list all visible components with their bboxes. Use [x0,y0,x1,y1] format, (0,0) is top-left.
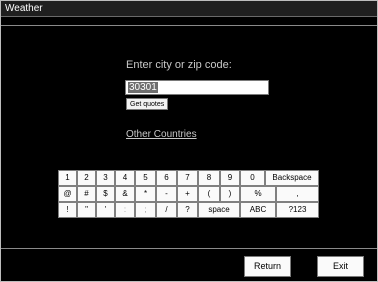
keyboard-row-3: ! " ' : ; / ? space ABC ?123 [58,202,339,218]
key-comma[interactable]: , [276,186,319,202]
key-single-quote[interactable]: ' [96,202,115,218]
app-window: Weather Enter city or zip code: 30301 Ge… [0,0,378,282]
keyboard-row-2: @ # $ & * - + ( ) % , [58,186,339,202]
key-4[interactable]: 4 [115,170,135,186]
key-minus[interactable]: - [156,186,177,202]
key-space[interactable]: space [198,202,240,218]
key-1[interactable]: 1 [58,170,77,186]
key-123[interactable]: ?123 [276,202,319,218]
zip-input-value: 30301 [128,82,158,93]
key-percent[interactable]: % [240,186,276,202]
keyboard-row-1: 1 2 3 4 5 6 7 8 9 0 Backspace [58,170,339,186]
key-close-paren[interactable]: ) [220,186,240,202]
key-colon[interactable]: : [115,202,135,218]
key-ampersand[interactable]: & [115,186,135,202]
key-question[interactable]: ? [177,202,198,218]
key-plus[interactable]: + [177,186,198,202]
key-abc[interactable]: ABC [240,202,276,218]
divider-top [1,25,377,26]
other-countries-link[interactable]: Other Countries [126,129,197,140]
key-semicolon[interactable]: ; [135,202,156,218]
return-button[interactable]: Return [244,256,291,277]
key-3[interactable]: 3 [96,170,115,186]
key-slash[interactable]: / [156,202,177,218]
key-6[interactable]: 6 [156,170,177,186]
get-quotes-button[interactable]: Get quotes [126,98,169,110]
key-open-paren[interactable]: ( [198,186,220,202]
key-9[interactable]: 9 [220,170,240,186]
window-title: Weather [1,1,377,17]
key-double-quote[interactable]: " [77,202,96,218]
on-screen-keyboard: 1 2 3 4 5 6 7 8 9 0 Backspace @ # $ & * … [58,170,339,218]
divider-bottom [1,248,377,249]
key-hash[interactable]: # [77,186,96,202]
zip-input[interactable]: 30301 [125,80,269,95]
key-at[interactable]: @ [58,186,77,202]
search-prompt: Enter city or zip code: [126,59,232,71]
key-dollar[interactable]: $ [96,186,115,202]
key-2[interactable]: 2 [77,170,96,186]
key-7[interactable]: 7 [177,170,198,186]
key-8[interactable]: 8 [198,170,220,186]
exit-button[interactable]: Exit [317,256,364,277]
key-backspace[interactable]: Backspace [265,170,319,186]
key-exclamation[interactable]: ! [58,202,77,218]
key-0[interactable]: 0 [240,170,265,186]
key-asterisk[interactable]: * [135,186,156,202]
key-5[interactable]: 5 [135,170,156,186]
